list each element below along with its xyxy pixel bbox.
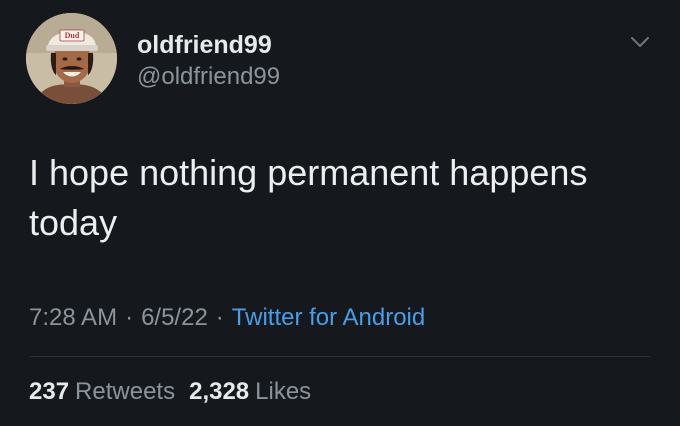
likes-label: Likes	[255, 378, 312, 405]
user-handle[interactable]: @oldfriend99	[137, 62, 280, 92]
chevron-down-icon	[631, 37, 649, 47]
likes-count: 2,328	[189, 378, 250, 405]
retweets-label: Retweets	[75, 378, 176, 405]
avatar[interactable]: Dud	[26, 13, 117, 104]
svg-text:Dud: Dud	[65, 31, 80, 40]
tweet-card: Dud oldfriend99 @oldfriend99 I hope noth…	[0, 0, 680, 426]
tweet-source-link[interactable]: Twitter for Android	[232, 304, 425, 331]
meta-separator: ·	[125, 304, 134, 331]
tweet-time[interactable]: 7:28 AM	[29, 304, 117, 331]
tweet-date[interactable]: 6/5/22	[141, 304, 208, 331]
divider	[29, 356, 651, 357]
retweets-count: 237	[29, 378, 70, 405]
tweet-metadata: 7:28 AM · 6/5/22 · Twitter for Android	[29, 302, 425, 334]
more-options-button[interactable]	[620, 28, 660, 56]
tweet-stats: 237 Retweets 2,328 Likes	[29, 376, 325, 408]
likes-stat[interactable]: 2,328 Likes	[189, 376, 311, 408]
avatar-image: Dud	[26, 13, 117, 104]
meta-separator: ·	[215, 304, 224, 331]
display-name[interactable]: oldfriend99	[137, 30, 272, 60]
tweet-text: I hope nothing permanent happens today	[29, 152, 588, 243]
retweets-stat[interactable]: 237 Retweets	[29, 376, 175, 408]
